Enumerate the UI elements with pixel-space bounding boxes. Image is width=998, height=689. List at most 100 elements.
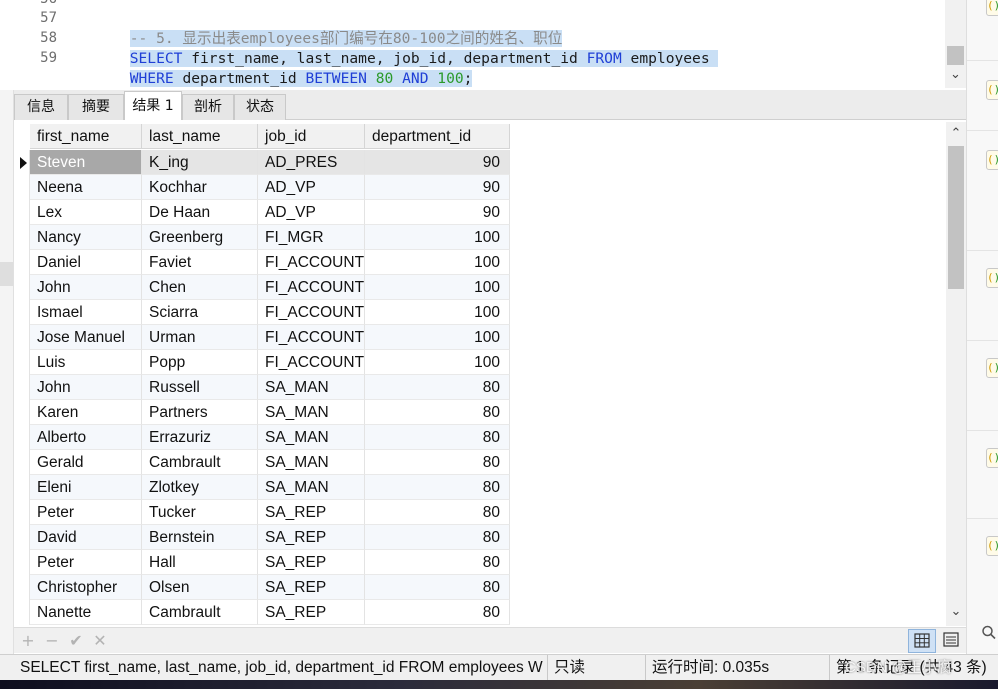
table-cell-last-name[interactable]: Partners	[142, 400, 258, 425]
table-cell-last-name[interactable]: Hall	[142, 550, 258, 575]
row-indicator[interactable]	[14, 575, 30, 600]
table-cell-department-id[interactable]: 100	[365, 350, 510, 375]
grid-scrollbar[interactable]: ⌃ ⌄	[946, 122, 966, 626]
column-header-job-id[interactable]: job_id	[258, 124, 365, 149]
table-cell-job-id[interactable]: AD_VP	[258, 200, 365, 225]
table-cell-first-name[interactable]: Jose Manuel	[30, 325, 142, 350]
table-cell-first-name[interactable]: Eleni	[30, 475, 142, 500]
column-header-last-name[interactable]: last_name	[142, 124, 258, 149]
form-view-button[interactable]	[938, 629, 966, 653]
table-cell-department-id[interactable]: 80	[365, 600, 510, 625]
table-cell-job-id[interactable]: AD_VP	[258, 175, 365, 200]
row-indicator[interactable]	[14, 150, 30, 175]
table-cell-last-name[interactable]: Russell	[142, 375, 258, 400]
row-indicator[interactable]	[14, 275, 30, 300]
table-cell-job-id[interactable]: SA_REP	[258, 550, 365, 575]
discard-changes-button[interactable]: ✕	[90, 631, 110, 651]
table-cell-job-id[interactable]: SA_MAN	[258, 375, 365, 400]
row-indicator[interactable]	[14, 600, 30, 625]
table-cell-department-id[interactable]: 80	[365, 500, 510, 525]
apply-changes-button[interactable]: ✔	[66, 631, 86, 651]
delete-record-button[interactable]: −	[42, 631, 62, 651]
table-cell-department-id[interactable]: 90	[365, 150, 510, 175]
column-header-first-name[interactable]: first_name	[30, 124, 142, 149]
table-cell-last-name[interactable]: Olsen	[142, 575, 258, 600]
row-indicator[interactable]	[14, 475, 30, 500]
table-cell-department-id[interactable]: 90	[365, 200, 510, 225]
table-cell-department-id[interactable]: 90	[365, 175, 510, 200]
table-cell-first-name[interactable]: Nanette	[30, 600, 142, 625]
table-cell-first-name[interactable]: John	[30, 375, 142, 400]
grid-view-button[interactable]	[908, 629, 936, 653]
scroll-down-icon[interactable]: ⌄	[945, 66, 966, 84]
add-record-button[interactable]: +	[18, 631, 38, 651]
table-cell-job-id[interactable]: FI_MGR	[258, 225, 365, 250]
table-cell-first-name[interactable]: Christopher	[30, 575, 142, 600]
table-cell-job-id[interactable]: FI_ACCOUNT	[258, 350, 365, 375]
scroll-up-icon[interactable]: ⌃	[945, 0, 966, 12]
row-indicator[interactable]	[14, 450, 30, 475]
snippet-icon[interactable]: ()	[986, 536, 998, 556]
table-cell-department-id[interactable]: 100	[365, 300, 510, 325]
row-indicator[interactable]	[14, 325, 30, 350]
table-cell-first-name[interactable]: Nancy	[30, 225, 142, 250]
table-cell-job-id[interactable]: AD_PRES	[258, 150, 365, 175]
scroll-up-icon[interactable]: ⌃	[946, 124, 966, 144]
table-cell-last-name[interactable]: Urman	[142, 325, 258, 350]
table-cell-job-id[interactable]: SA_REP	[258, 525, 365, 550]
row-indicator[interactable]	[14, 400, 30, 425]
search-icon[interactable]	[981, 624, 997, 642]
snippet-icon[interactable]: ()	[986, 150, 998, 170]
table-cell-job-id[interactable]: SA_REP	[258, 500, 365, 525]
editor-scrollbar[interactable]: ⌃ ⌄	[945, 0, 966, 88]
snippet-icon[interactable]: ()	[986, 80, 998, 100]
table-cell-job-id[interactable]: FI_ACCOUNT	[258, 275, 365, 300]
code-line-select[interactable]: SELECT first_name, last_name, job_id, de…	[77, 29, 719, 67]
table-cell-last-name[interactable]: Sciarra	[142, 300, 258, 325]
table-cell-first-name[interactable]: Lex	[30, 200, 142, 225]
table-cell-job-id[interactable]: SA_MAN	[258, 450, 365, 475]
table-cell-first-name[interactable]: Daniel	[30, 250, 142, 275]
tab-summary[interactable]: 摘要	[68, 94, 124, 120]
table-cell-last-name[interactable]: Errazuriz	[142, 425, 258, 450]
table-cell-department-id[interactable]: 100	[365, 275, 510, 300]
table-cell-last-name[interactable]: Greenberg	[142, 225, 258, 250]
table-cell-last-name[interactable]: Popp	[142, 350, 258, 375]
table-cell-last-name[interactable]: Bernstein	[142, 525, 258, 550]
table-cell-department-id[interactable]: 80	[365, 450, 510, 475]
table-cell-last-name[interactable]: Kochhar	[142, 175, 258, 200]
table-cell-department-id[interactable]: 100	[365, 325, 510, 350]
table-cell-last-name[interactable]: Faviet	[142, 250, 258, 275]
row-indicator[interactable]	[14, 175, 30, 200]
sql-editor[interactable]: 56 57 58 59 -- 5. 显示出表employees部门编号在80-1…	[0, 0, 966, 88]
table-cell-first-name[interactable]: Luis	[30, 350, 142, 375]
table-cell-job-id[interactable]: FI_ACCOUNT	[258, 300, 365, 325]
row-indicator[interactable]	[14, 425, 30, 450]
scroll-down-icon[interactable]: ⌄	[946, 602, 966, 622]
editor-scroll-thumb[interactable]	[947, 46, 964, 65]
row-indicator[interactable]	[14, 225, 30, 250]
table-cell-first-name[interactable]: Peter	[30, 550, 142, 575]
table-cell-first-name[interactable]: Peter	[30, 500, 142, 525]
snippet-icon[interactable]: ()	[986, 448, 998, 468]
snippet-icon[interactable]: ()	[986, 268, 998, 288]
snippet-icon[interactable]: ()	[986, 358, 998, 378]
table-cell-first-name[interactable]: Gerald	[30, 450, 142, 475]
table-cell-department-id[interactable]: 100	[365, 225, 510, 250]
table-cell-department-id[interactable]: 80	[365, 425, 510, 450]
table-cell-job-id[interactable]: SA_REP	[258, 575, 365, 600]
table-cell-department-id[interactable]: 80	[365, 575, 510, 600]
row-indicator[interactable]	[14, 375, 30, 400]
table-cell-first-name[interactable]: Karen	[30, 400, 142, 425]
table-cell-last-name[interactable]: Cambrault	[142, 600, 258, 625]
table-cell-department-id[interactable]: 100	[365, 250, 510, 275]
tab-result-1[interactable]: 结果 1	[124, 91, 182, 120]
table-cell-department-id[interactable]: 80	[365, 400, 510, 425]
table-cell-job-id[interactable]: FI_ACCOUNT	[258, 250, 365, 275]
table-cell-job-id[interactable]: SA_MAN	[258, 475, 365, 500]
row-indicator[interactable]	[14, 550, 30, 575]
snippet-icon[interactable]: ()	[986, 0, 998, 16]
table-cell-department-id[interactable]: 80	[365, 525, 510, 550]
table-cell-department-id[interactable]: 80	[365, 475, 510, 500]
code-line-where[interactable]: WHERE department_id BETWEEN 80 AND 100;	[77, 49, 473, 87]
